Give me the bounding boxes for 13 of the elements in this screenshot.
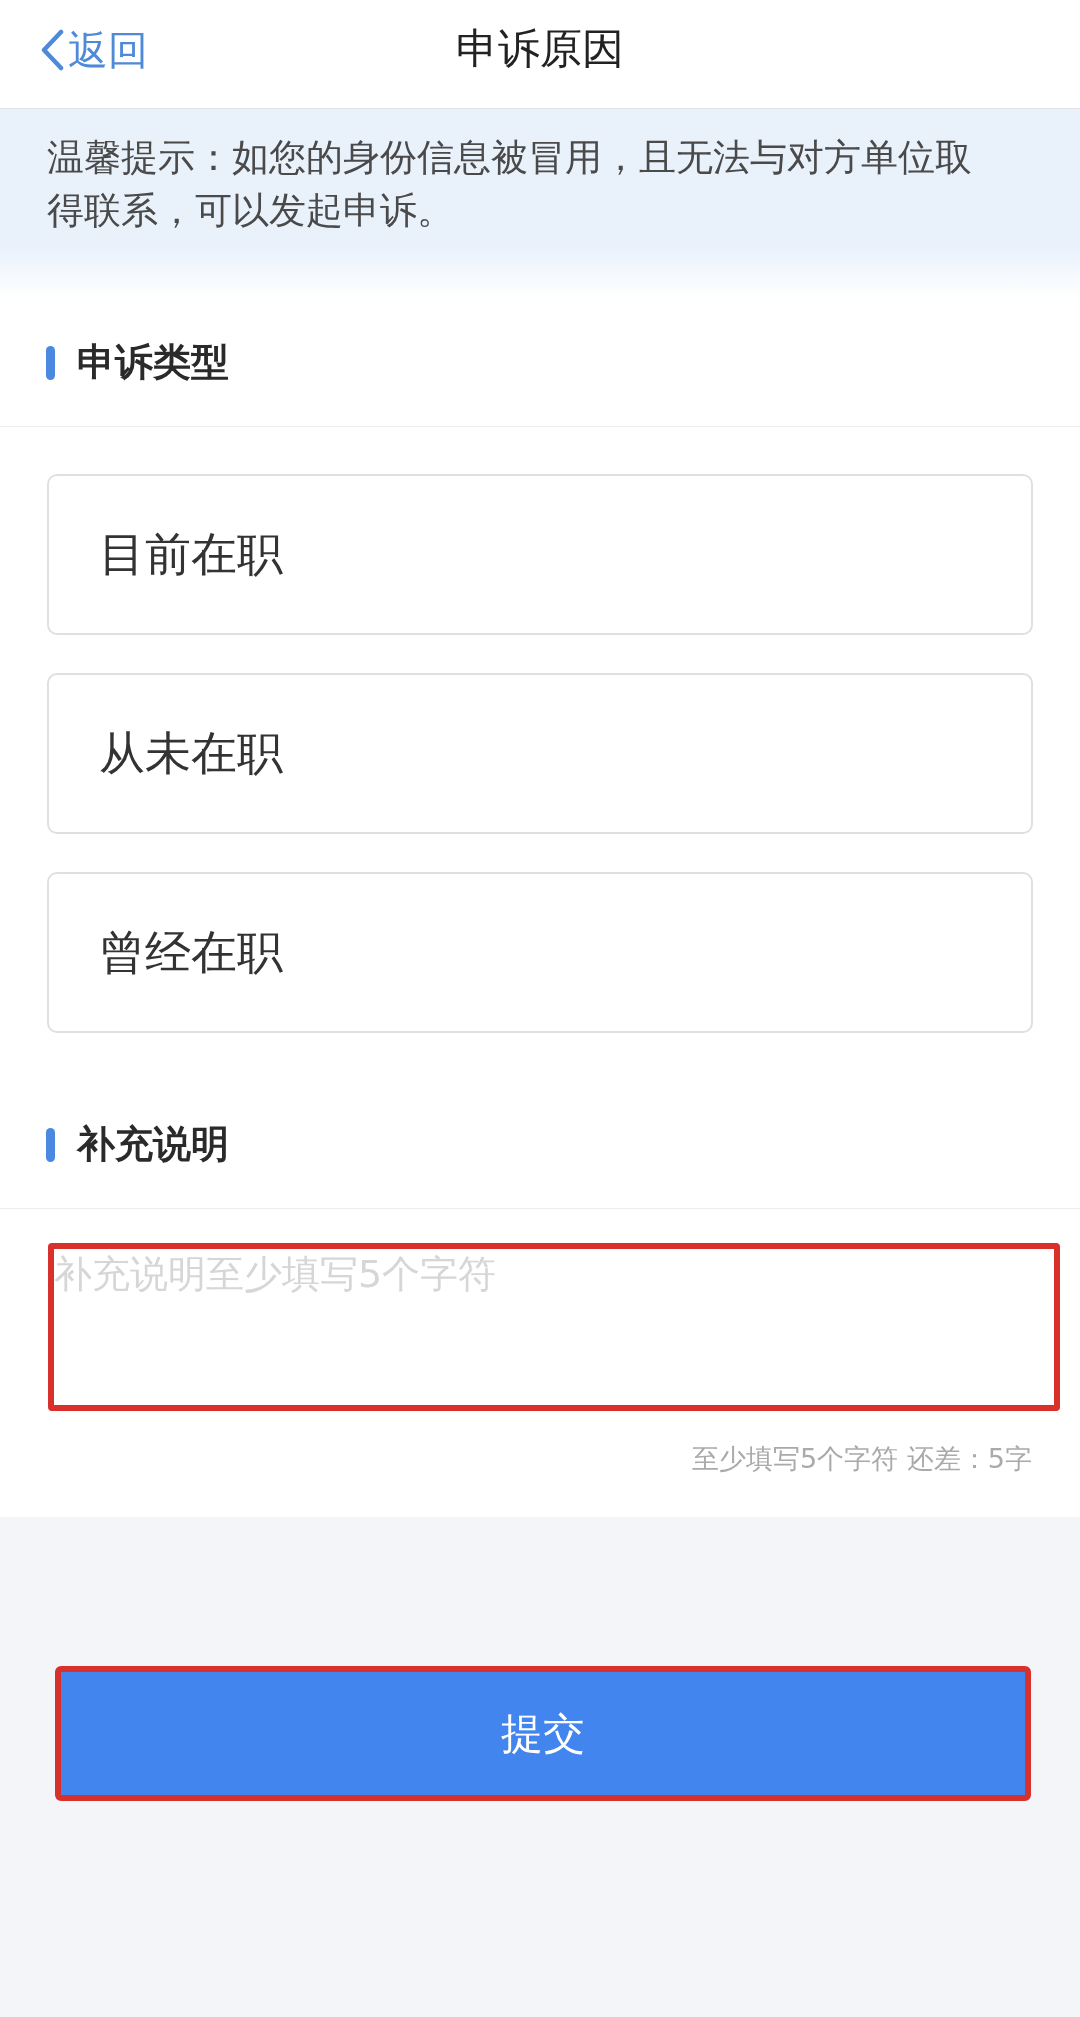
notice-text: 温馨提示：如您的身份信息被冒用，且无法与对方单位取得联系，可以发起申诉。 <box>47 135 973 234</box>
section-heading: 补充说明 <box>77 1121 229 1168</box>
section-marker-icon <box>46 345 55 380</box>
character-counter: 至少填写5个字符 还差：5字 <box>692 1442 1032 1476</box>
submit-button[interactable]: 提交 <box>55 1666 1031 1801</box>
page-title: 申诉原因 <box>456 23 624 75</box>
option-card[interactable]: 曾经在职 <box>47 872 1033 1033</box>
option-card[interactable]: 目前在职 <box>47 474 1033 635</box>
section-heading: 申诉类型 <box>77 339 229 386</box>
chevron-left-icon <box>40 29 64 71</box>
back-button[interactable]: 返回 <box>40 26 148 74</box>
option-card[interactable]: 从未在职 <box>47 673 1033 834</box>
section-marker-icon <box>46 1127 55 1162</box>
